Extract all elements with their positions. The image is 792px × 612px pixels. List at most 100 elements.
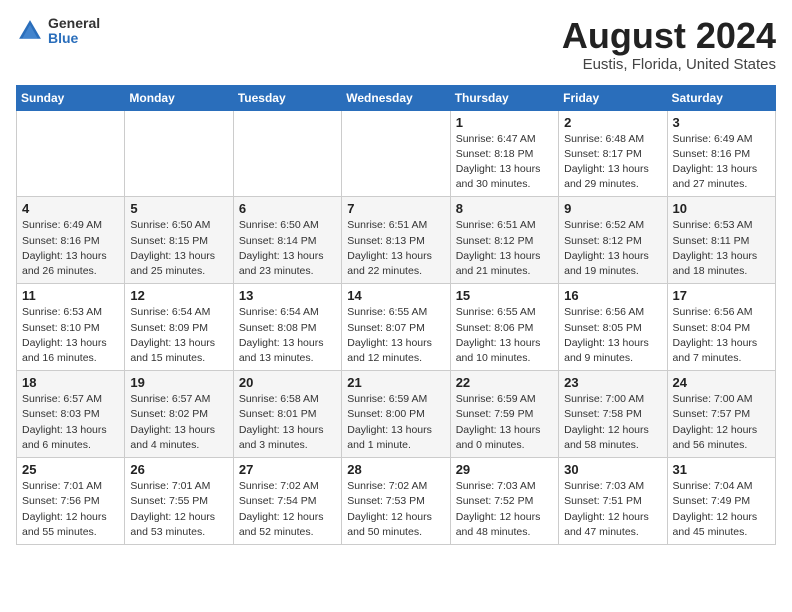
day-info: Sunrise: 6:57 AMSunset: 8:03 PMDaylight:… [22, 392, 119, 453]
day-number: 17 [673, 288, 770, 303]
day-number: 26 [130, 462, 227, 477]
day-info: Sunrise: 6:49 AMSunset: 8:16 PMDaylight:… [673, 132, 770, 193]
calendar-day-cell: 4 Sunrise: 6:49 AMSunset: 8:16 PMDaylight… [17, 197, 125, 284]
day-info: Sunrise: 6:50 AMSunset: 8:14 PMDaylight:… [239, 218, 336, 279]
day-number: 20 [239, 375, 336, 390]
calendar-week-row: 1 Sunrise: 6:47 AMSunset: 8:18 PMDaylight… [17, 110, 776, 197]
calendar-day-cell: 14 Sunrise: 6:55 AMSunset: 8:07 PMDayligh… [342, 284, 450, 371]
day-number: 3 [673, 115, 770, 130]
day-number: 28 [347, 462, 444, 477]
logo-blue-text: Blue [48, 31, 100, 46]
day-number: 25 [22, 462, 119, 477]
day-info: Sunrise: 6:49 AMSunset: 8:16 PMDaylight:… [22, 218, 119, 279]
calendar-title: August 2024 [562, 16, 776, 56]
day-info: Sunrise: 6:58 AMSunset: 8:01 PMDaylight:… [239, 392, 336, 453]
day-info: Sunrise: 6:54 AMSunset: 8:08 PMDaylight:… [239, 305, 336, 366]
day-number: 27 [239, 462, 336, 477]
calendar-day-cell: 17 Sunrise: 6:56 AMSunset: 8:04 PMDayligh… [667, 284, 775, 371]
weekday-header: Saturday [667, 85, 775, 110]
day-info: Sunrise: 7:02 AMSunset: 7:53 PMDaylight:… [347, 479, 444, 540]
day-number: 6 [239, 201, 336, 216]
calendar-day-cell [17, 110, 125, 197]
calendar-day-cell: 26 Sunrise: 7:01 AMSunset: 7:55 PMDayligh… [125, 458, 233, 545]
day-number: 21 [347, 375, 444, 390]
day-info: Sunrise: 7:02 AMSunset: 7:54 PMDaylight:… [239, 479, 336, 540]
calendar-day-cell: 28 Sunrise: 7:02 AMSunset: 7:53 PMDayligh… [342, 458, 450, 545]
calendar-day-cell: 16 Sunrise: 6:56 AMSunset: 8:05 PMDayligh… [559, 284, 667, 371]
calendar-day-cell: 21 Sunrise: 6:59 AMSunset: 8:00 PMDayligh… [342, 371, 450, 458]
day-info: Sunrise: 6:59 AMSunset: 8:00 PMDaylight:… [347, 392, 444, 453]
calendar-day-cell: 6 Sunrise: 6:50 AMSunset: 8:14 PMDaylight… [233, 197, 341, 284]
calendar-subtitle: Eustis, Florida, United States [562, 56, 776, 73]
day-number: 5 [130, 201, 227, 216]
calendar-week-row: 11 Sunrise: 6:53 AMSunset: 8:10 PMDayligh… [17, 284, 776, 371]
day-info: Sunrise: 7:00 AMSunset: 7:57 PMDaylight:… [673, 392, 770, 453]
logo-general-text: General [48, 16, 100, 31]
day-number: 10 [673, 201, 770, 216]
logo: General Blue [16, 16, 100, 47]
calendar-day-cell: 23Sunrise: 7:00 AMSunset: 7:58 PMDayligh… [559, 371, 667, 458]
weekday-header: Sunday [17, 85, 125, 110]
day-info: Sunrise: 7:04 AMSunset: 7:49 PMDaylight:… [673, 479, 770, 540]
calendar-day-cell: 3 Sunrise: 6:49 AMSunset: 8:16 PMDaylight… [667, 110, 775, 197]
calendar-day-cell [125, 110, 233, 197]
day-info: Sunrise: 7:03 AMSunset: 7:51 PMDaylight:… [564, 479, 661, 540]
calendar-day-cell: 15 Sunrise: 6:55 AMSunset: 8:06 PMDayligh… [450, 284, 558, 371]
day-info: Sunrise: 6:57 AMSunset: 8:02 PMDaylight:… [130, 392, 227, 453]
day-number: 24 [673, 375, 770, 390]
day-info: Sunrise: 6:48 AMSunset: 8:17 PMDaylight:… [564, 132, 661, 193]
calendar-day-cell: 31Sunrise: 7:04 AMSunset: 7:49 PMDayligh… [667, 458, 775, 545]
weekday-header: Thursday [450, 85, 558, 110]
day-info: Sunrise: 6:52 AMSunset: 8:12 PMDaylight:… [564, 218, 661, 279]
weekday-header: Monday [125, 85, 233, 110]
calendar-week-row: 18 Sunrise: 6:57 AMSunset: 8:03 PMDayligh… [17, 371, 776, 458]
calendar-day-cell: 5 Sunrise: 6:50 AMSunset: 8:15 PMDaylight… [125, 197, 233, 284]
page-header: General Blue August 2024 Eustis, Florida… [16, 16, 776, 73]
day-number: 4 [22, 201, 119, 216]
day-info: Sunrise: 6:47 AMSunset: 8:18 PMDaylight:… [456, 132, 553, 193]
day-number: 30 [564, 462, 661, 477]
calendar-day-cell: 11 Sunrise: 6:53 AMSunset: 8:10 PMDayligh… [17, 284, 125, 371]
day-info: Sunrise: 6:55 AMSunset: 8:07 PMDaylight:… [347, 305, 444, 366]
calendar-day-cell: 24 Sunrise: 7:00 AMSunset: 7:57 PMDayligh… [667, 371, 775, 458]
day-number: 1 [456, 115, 553, 130]
calendar-day-cell: 22 Sunrise: 6:59 AMSunset: 7:59 PMDayligh… [450, 371, 558, 458]
calendar-day-cell: 20 Sunrise: 6:58 AMSunset: 8:01 PMDayligh… [233, 371, 341, 458]
day-number: 16 [564, 288, 661, 303]
day-info: Sunrise: 6:56 AMSunset: 8:05 PMDaylight:… [564, 305, 661, 366]
day-number: 12 [130, 288, 227, 303]
day-info: Sunrise: 7:01 AMSunset: 7:55 PMDaylight:… [130, 479, 227, 540]
day-number: 14 [347, 288, 444, 303]
calendar-header-row: SundayMondayTuesdayWednesdayThursdayFrid… [17, 85, 776, 110]
day-number: 2 [564, 115, 661, 130]
day-number: 22 [456, 375, 553, 390]
day-info: Sunrise: 6:55 AMSunset: 8:06 PMDaylight:… [456, 305, 553, 366]
day-info: Sunrise: 7:01 AMSunset: 7:56 PMDaylight:… [22, 479, 119, 540]
calendar-day-cell: 19 Sunrise: 6:57 AMSunset: 8:02 PMDayligh… [125, 371, 233, 458]
day-number: 19 [130, 375, 227, 390]
calendar-day-cell: 18 Sunrise: 6:57 AMSunset: 8:03 PMDayligh… [17, 371, 125, 458]
day-info: Sunrise: 6:56 AMSunset: 8:04 PMDaylight:… [673, 305, 770, 366]
day-info: Sunrise: 7:03 AMSunset: 7:52 PMDaylight:… [456, 479, 553, 540]
day-info: Sunrise: 6:54 AMSunset: 8:09 PMDaylight:… [130, 305, 227, 366]
calendar-table: SundayMondayTuesdayWednesdayThursdayFrid… [16, 85, 776, 545]
calendar-day-cell: 25 Sunrise: 7:01 AMSunset: 7:56 PMDayligh… [17, 458, 125, 545]
calendar-day-cell: 2 Sunrise: 6:48 AMSunset: 8:17 PMDaylight… [559, 110, 667, 197]
day-number: 29 [456, 462, 553, 477]
day-number: 8 [456, 201, 553, 216]
day-info: Sunrise: 6:51 AMSunset: 8:12 PMDaylight:… [456, 218, 553, 279]
day-info: Sunrise: 6:50 AMSunset: 8:15 PMDaylight:… [130, 218, 227, 279]
calendar-day-cell: 7Sunrise: 6:51 AMSunset: 8:13 PMDaylight… [342, 197, 450, 284]
day-number: 18 [22, 375, 119, 390]
weekday-header: Tuesday [233, 85, 341, 110]
calendar-day-cell: 30 Sunrise: 7:03 AMSunset: 7:51 PMDayligh… [559, 458, 667, 545]
calendar-day-cell [233, 110, 341, 197]
day-number: 23 [564, 375, 661, 390]
day-number: 15 [456, 288, 553, 303]
day-info: Sunrise: 6:53 AMSunset: 8:10 PMDaylight:… [22, 305, 119, 366]
weekday-header: Friday [559, 85, 667, 110]
weekday-header: Wednesday [342, 85, 450, 110]
day-info: Sunrise: 6:59 AMSunset: 7:59 PMDaylight:… [456, 392, 553, 453]
calendar-week-row: 25 Sunrise: 7:01 AMSunset: 7:56 PMDayligh… [17, 458, 776, 545]
day-number: 11 [22, 288, 119, 303]
